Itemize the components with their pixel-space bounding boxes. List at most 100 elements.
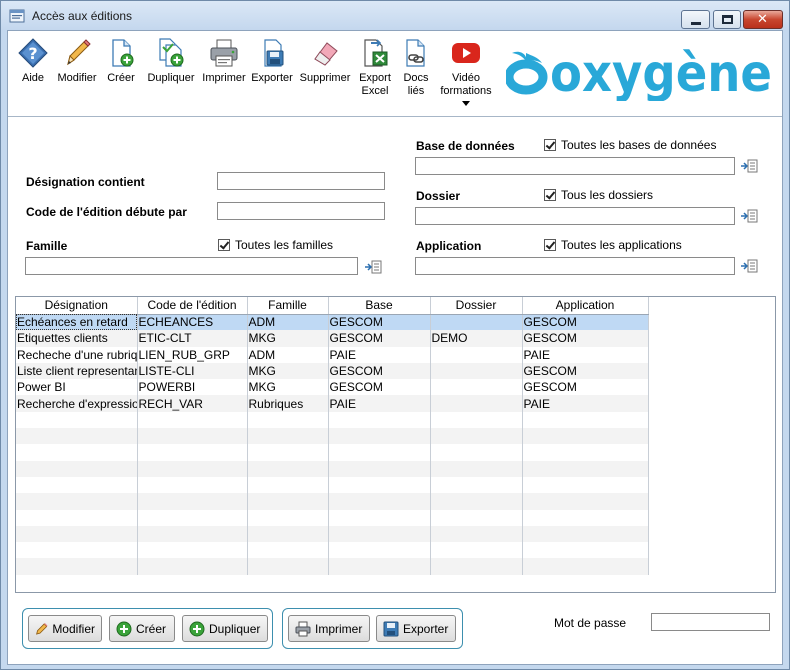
base-picker-icon[interactable] <box>740 159 758 173</box>
table-cell: LISTE-CLI <box>137 362 248 380</box>
eraser-icon <box>314 42 338 66</box>
table-cell <box>137 444 248 461</box>
column-header-designation[interactable]: Désignation <box>16 297 138 315</box>
column-header-application[interactable]: Application <box>522 297 649 315</box>
printer-icon <box>295 621 311 636</box>
designation-input[interactable] <box>217 172 385 190</box>
duplicate-button[interactable]: Dupliquer <box>145 37 197 85</box>
table-cell: GESCOM <box>522 379 649 396</box>
table-cell <box>247 476 329 494</box>
table-cell <box>430 525 523 543</box>
bottom-export-label: Exporter <box>403 621 449 636</box>
empty-table-row <box>16 476 649 494</box>
empty-table-row <box>16 509 649 526</box>
application-label: Application <box>416 239 482 253</box>
bottom-create-button[interactable]: Créer <box>109 615 175 642</box>
all-folders-checkbox[interactable]: Tous les dossiers <box>544 188 653 202</box>
table-cell <box>430 346 523 363</box>
delete-button[interactable]: Supprimer <box>298 37 352 85</box>
table-cell <box>247 444 329 461</box>
table-cell <box>137 460 248 477</box>
checkbox-checked-icon <box>218 239 230 251</box>
column-header-famille[interactable]: Famille <box>247 297 329 315</box>
print-button[interactable]: Imprimer <box>201 37 247 85</box>
table-cell <box>430 411 523 429</box>
grid-body: Echéances en retard ECHEANCES ADM GESCOM GES… <box>16 314 649 575</box>
table-cell: MKG <box>247 362 329 380</box>
table-cell: GESCOM <box>328 379 431 396</box>
table-cell <box>522 558 649 575</box>
video-training-button[interactable]: Vidéo formations <box>438 37 494 106</box>
table-cell: Etiquettes clients <box>16 330 138 347</box>
maximize-button[interactable] <box>713 10 741 29</box>
famille-input[interactable] <box>25 257 358 275</box>
linked-docs-button[interactable]: Docs liés <box>398 37 434 98</box>
code-input[interactable] <box>217 202 385 220</box>
table-cell <box>328 558 431 575</box>
bottom-edit-button[interactable]: Modifier <box>28 615 102 642</box>
help-button[interactable]: ? Aide <box>13 37 53 85</box>
table-cell <box>16 411 138 429</box>
table-row[interactable]: Etiquettes clients ETIC-CLT MKG GESCOM DEMO G… <box>16 330 649 347</box>
table-cell <box>430 476 523 494</box>
print-label: Imprimer <box>202 72 246 84</box>
table-cell <box>430 395 523 412</box>
bottom-duplicate-button[interactable]: Dupliquer <box>182 615 268 642</box>
application-picker-icon[interactable] <box>740 259 758 273</box>
export-excel-button[interactable]: Export Excel <box>355 37 395 98</box>
table-row[interactable]: Power BI POWERBI MKG GESCOM GESCOM <box>16 379 649 396</box>
table-cell: PAIE <box>522 395 649 412</box>
table-cell <box>430 314 523 331</box>
table-cell: PAIE <box>522 346 649 363</box>
table-cell: Recheche d'une rubrique <box>16 346 138 363</box>
output-actions-group: Imprimer Exporter <box>282 608 463 649</box>
table-cell <box>328 525 431 543</box>
column-header-code[interactable]: Code de l'édition <box>137 297 248 315</box>
table-cell: DEMO <box>430 330 523 347</box>
dossier-input[interactable] <box>415 207 735 225</box>
export-button[interactable]: Exporter <box>249 37 295 85</box>
table-cell <box>137 542 248 559</box>
table-row[interactable]: Echéances en retard ECHEANCES ADM GESCOM GES… <box>16 314 649 331</box>
table-cell <box>430 460 523 477</box>
column-header-dossier[interactable]: Dossier <box>430 297 523 315</box>
checkbox-checked-icon <box>544 139 556 151</box>
table-row[interactable]: Recheche d'une rubriqueLIEN_RUB_GRPADMPA… <box>16 346 649 363</box>
create-button[interactable]: Créer <box>103 37 139 85</box>
empty-table-row <box>16 558 649 575</box>
all-databases-checkbox[interactable]: Toutes les bases de données <box>544 138 716 152</box>
table-cell <box>247 411 329 429</box>
application-input[interactable] <box>415 257 735 275</box>
table-cell <box>430 542 523 559</box>
table-cell <box>247 493 329 510</box>
maximize-icon <box>722 15 733 24</box>
all-applications-checkbox[interactable]: Toutes les applications <box>544 238 682 252</box>
bottom-export-button[interactable]: Exporter <box>376 615 456 642</box>
all-families-checkbox[interactable]: Toutes les familles <box>218 238 333 252</box>
password-input[interactable] <box>651 613 770 631</box>
editions-grid[interactable]: Désignation Code de l'édition Famille Ba… <box>15 296 776 593</box>
bottom-create-label: Créer <box>136 621 167 636</box>
table-cell: MKG <box>247 330 329 347</box>
base-input[interactable] <box>415 157 735 175</box>
table-row[interactable]: Recherche d'expression RECH_VAR Rubriques P… <box>16 395 649 412</box>
table-cell <box>328 542 431 559</box>
table-cell: GESCOM <box>328 314 431 331</box>
video-play-icon <box>452 43 480 63</box>
title-bar[interactable]: Accès aux éditions ✕ <box>1 1 789 30</box>
table-cell <box>247 509 329 526</box>
all-applications-label: Toutes les applications <box>561 238 682 252</box>
table-cell: Power BI <box>16 379 138 396</box>
bottom-print-button[interactable]: Imprimer <box>288 615 370 642</box>
dossier-picker-icon[interactable] <box>740 209 758 223</box>
table-cell <box>328 493 431 510</box>
linked-docs-label-2: liés <box>407 85 425 97</box>
dropdown-arrow-icon[interactable] <box>462 101 470 106</box>
famille-picker-icon[interactable] <box>364 260 382 274</box>
column-header-base[interactable]: Base <box>328 297 431 315</box>
close-button[interactable]: ✕ <box>743 10 783 29</box>
minimize-button[interactable] <box>681 10 710 29</box>
table-cell <box>16 558 138 575</box>
table-row[interactable]: Liste client representant LISTE-CLI MKG GES… <box>16 362 649 380</box>
edit-button[interactable]: Modifier <box>54 37 100 85</box>
